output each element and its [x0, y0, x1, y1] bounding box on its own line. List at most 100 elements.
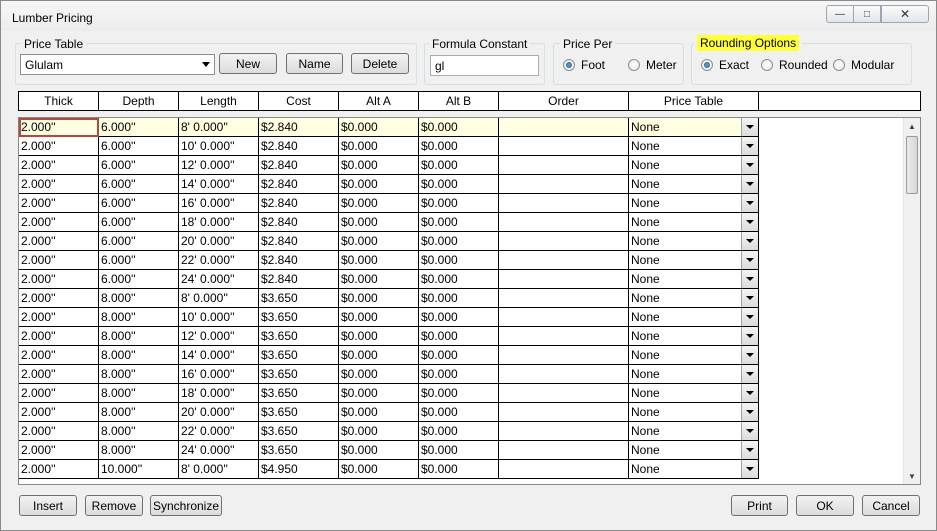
chevron-down-icon[interactable]: [741, 137, 758, 155]
column-header-alt-a[interactable]: Alt A: [339, 92, 419, 110]
cell-alt-b[interactable]: $0.000: [419, 118, 499, 137]
cell-depth[interactable]: 6.000'': [99, 194, 179, 213]
chevron-down-icon[interactable]: [741, 118, 758, 136]
cell-alt-a[interactable]: $0.000: [339, 194, 419, 213]
table-row[interactable]: 2.000'' 8.000'' 12' 0.000'' $3.650 $0.000 $0.…: [19, 327, 759, 346]
vertical-scrollbar[interactable]: ▲ ▼: [903, 118, 920, 484]
cell-length[interactable]: 8' 0.000'': [179, 118, 259, 137]
chevron-down-icon[interactable]: [741, 194, 758, 212]
cell-price-table[interactable]: None: [629, 384, 759, 403]
chevron-down-icon[interactable]: [741, 213, 758, 231]
cell-price-table[interactable]: None: [629, 137, 759, 156]
cell-cost[interactable]: $3.650: [259, 327, 339, 346]
cell-depth[interactable]: 8.000'': [99, 441, 179, 460]
cell-price-table[interactable]: None: [629, 213, 759, 232]
maximize-button[interactable]: □: [853, 5, 881, 23]
cell-alt-b[interactable]: $0.000: [419, 289, 499, 308]
cell-alt-a[interactable]: $0.000: [339, 118, 419, 137]
cell-alt-a[interactable]: $0.000: [339, 270, 419, 289]
table-row[interactable]: 2.000'' 6.000'' 18' 0.000'' $2.840 $0.000 $0.…: [19, 213, 759, 232]
cell-alt-b[interactable]: $0.000: [419, 422, 499, 441]
cancel-button[interactable]: Cancel: [862, 495, 920, 516]
cell-cost[interactable]: $2.840: [259, 270, 339, 289]
cell-alt-a[interactable]: $0.000: [339, 213, 419, 232]
cell-cost[interactable]: $4.950: [259, 460, 339, 479]
cell-order[interactable]: [499, 403, 629, 422]
cell-thick[interactable]: 2.000'': [19, 327, 99, 346]
cell-thick[interactable]: 2.000'': [19, 213, 99, 232]
chevron-down-icon[interactable]: [741, 156, 758, 174]
cell-order[interactable]: [499, 460, 629, 479]
cell-thick[interactable]: 2.000'': [19, 175, 99, 194]
cell-length[interactable]: 22' 0.000'': [179, 251, 259, 270]
cell-thick[interactable]: 2.000'': [19, 118, 99, 137]
scroll-up-icon[interactable]: ▲: [904, 118, 920, 134]
cell-price-table[interactable]: None: [629, 403, 759, 422]
table-row[interactable]: 2.000'' 6.000'' 20' 0.000'' $2.840 $0.000 $0.…: [19, 232, 759, 251]
cell-order[interactable]: [499, 118, 629, 137]
cell-length[interactable]: 12' 0.000'': [179, 327, 259, 346]
cell-alt-b[interactable]: $0.000: [419, 460, 499, 479]
table-row[interactable]: 2.000'' 8.000'' 24' 0.000'' $3.650 $0.000 $0.…: [19, 441, 759, 460]
cell-alt-a[interactable]: $0.000: [339, 232, 419, 251]
cell-depth[interactable]: 6.000'': [99, 251, 179, 270]
cell-alt-b[interactable]: $0.000: [419, 270, 499, 289]
new-button[interactable]: New: [219, 53, 277, 74]
cell-depth[interactable]: 6.000'': [99, 232, 179, 251]
cell-price-table[interactable]: None: [629, 441, 759, 460]
cell-cost[interactable]: $2.840: [259, 137, 339, 156]
synchronize-button[interactable]: Synchronize: [150, 495, 222, 516]
delete-button[interactable]: Delete: [351, 53, 409, 74]
cell-length[interactable]: 24' 0.000'': [179, 270, 259, 289]
cell-order[interactable]: [499, 441, 629, 460]
cell-alt-b[interactable]: $0.000: [419, 365, 499, 384]
cell-cost[interactable]: $3.650: [259, 365, 339, 384]
chevron-down-icon[interactable]: [741, 346, 758, 364]
table-row[interactable]: 2.000'' 6.000'' 14' 0.000'' $2.840 $0.000 $0.…: [19, 175, 759, 194]
cell-depth[interactable]: 8.000'': [99, 289, 179, 308]
table-row[interactable]: 2.000'' 6.000'' 12' 0.000'' $2.840 $0.000 $0.…: [19, 156, 759, 175]
cell-price-table[interactable]: None: [629, 365, 759, 384]
chevron-down-icon[interactable]: [741, 327, 758, 345]
cell-length[interactable]: 12' 0.000'': [179, 156, 259, 175]
price-table-select[interactable]: Glulam: [20, 54, 215, 75]
print-button[interactable]: Print: [731, 495, 788, 516]
cell-cost[interactable]: $2.840: [259, 118, 339, 137]
chevron-down-icon[interactable]: [741, 308, 758, 326]
cell-order[interactable]: [499, 289, 629, 308]
cell-order[interactable]: [499, 422, 629, 441]
column-header-price-table[interactable]: Price Table: [629, 92, 759, 110]
chevron-down-icon[interactable]: [741, 403, 758, 421]
price-per-meter-radio[interactable]: Meter: [628, 58, 677, 72]
cell-price-table[interactable]: None: [629, 346, 759, 365]
cell-alt-a[interactable]: $0.000: [339, 441, 419, 460]
cell-depth[interactable]: 6.000'': [99, 137, 179, 156]
cell-depth[interactable]: 6.000'': [99, 213, 179, 232]
cell-alt-b[interactable]: $0.000: [419, 232, 499, 251]
chevron-down-icon[interactable]: [741, 441, 758, 459]
cell-length[interactable]: 16' 0.000'': [179, 194, 259, 213]
chevron-down-icon[interactable]: [741, 384, 758, 402]
cell-order[interactable]: [499, 327, 629, 346]
cell-depth[interactable]: 6.000'': [99, 175, 179, 194]
cell-thick[interactable]: 2.000'': [19, 289, 99, 308]
formula-constant-input[interactable]: gl: [430, 55, 539, 76]
cell-cost[interactable]: $3.650: [259, 346, 339, 365]
cell-cost[interactable]: $3.650: [259, 422, 339, 441]
cell-depth[interactable]: 8.000'': [99, 403, 179, 422]
cell-alt-b[interactable]: $0.000: [419, 308, 499, 327]
cell-thick[interactable]: 2.000'': [19, 346, 99, 365]
cell-alt-a[interactable]: $0.000: [339, 156, 419, 175]
column-header-depth[interactable]: Depth: [99, 92, 179, 110]
column-header-thick[interactable]: Thick: [19, 92, 99, 110]
chevron-down-icon[interactable]: [741, 365, 758, 383]
minimize-button[interactable]: —: [826, 5, 854, 23]
chevron-down-icon[interactable]: [741, 460, 758, 478]
cell-order[interactable]: [499, 384, 629, 403]
table-row[interactable]: 2.000'' 8.000'' 22' 0.000'' $3.650 $0.000 $0.…: [19, 422, 759, 441]
name-button[interactable]: Name: [286, 53, 343, 74]
remove-button[interactable]: Remove: [85, 495, 143, 516]
chevron-down-icon[interactable]: [741, 232, 758, 250]
table-row[interactable]: 2.000'' 6.000'' 8' 0.000'' $2.840 $0.000 $0.0…: [19, 118, 759, 137]
cell-thick[interactable]: 2.000'': [19, 403, 99, 422]
